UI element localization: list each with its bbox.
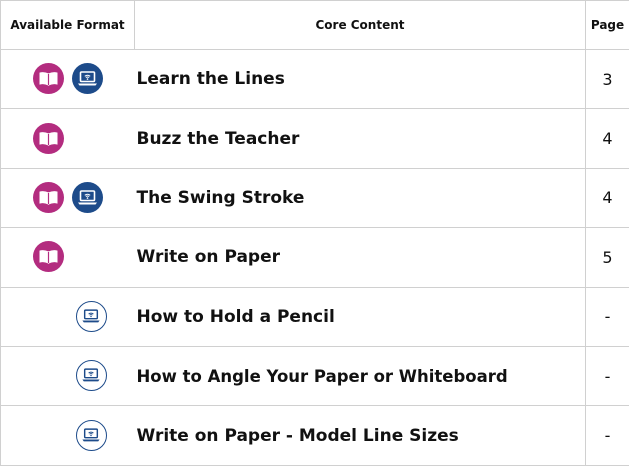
book-icon: [33, 241, 64, 272]
format-cell: [1, 228, 135, 287]
format-cell: [1, 168, 135, 227]
book-icon: [33, 123, 64, 154]
table-header-row: Available Format Core Content Page: [1, 1, 629, 50]
laptop-icon: [72, 182, 103, 213]
laptop-icon: [76, 420, 107, 451]
format-cell: [1, 406, 135, 465]
table-row: How to Hold a Pencil -: [1, 287, 629, 346]
content-title: Learn the Lines: [135, 50, 586, 109]
content-title: Write on Paper - Model Line Sizes: [135, 406, 586, 465]
book-icon: [33, 182, 64, 213]
page-number: -: [586, 406, 629, 465]
content-title: The Swing Stroke: [135, 168, 586, 227]
page-number: -: [586, 346, 629, 405]
header-page: Page: [586, 1, 629, 50]
book-icon: [33, 63, 64, 94]
content-title: How to Hold a Pencil: [135, 287, 586, 346]
table-row: How to Angle Your Paper or Whiteboard -: [1, 346, 629, 405]
laptop-icon: [76, 301, 107, 332]
laptop-icon: [72, 63, 103, 94]
format-cell: [1, 50, 135, 109]
format-cell: [1, 346, 135, 405]
table-row: The Swing Stroke 4: [1, 168, 629, 227]
table-row: Write on Paper 5: [1, 228, 629, 287]
content-title: Buzz the Teacher: [135, 109, 586, 168]
page-number: 4: [586, 168, 629, 227]
format-cell: [1, 109, 135, 168]
table-row: Learn the Lines 3: [1, 50, 629, 109]
header-core-content: Core Content: [135, 1, 586, 50]
table-row: Buzz the Teacher 4: [1, 109, 629, 168]
format-cell: [1, 287, 135, 346]
page-number: 3: [586, 50, 629, 109]
content-title: Write on Paper: [135, 228, 586, 287]
content-title: How to Angle Your Paper or Whiteboard: [135, 346, 586, 405]
header-available-format: Available Format: [1, 1, 135, 50]
page-number: -: [586, 287, 629, 346]
table-row: Write on Paper - Model Line Sizes -: [1, 406, 629, 465]
core-content-table: Available Format Core Content Page Learn…: [0, 0, 629, 466]
laptop-icon: [76, 360, 107, 391]
page-number: 4: [586, 109, 629, 168]
page-number: 5: [586, 228, 629, 287]
